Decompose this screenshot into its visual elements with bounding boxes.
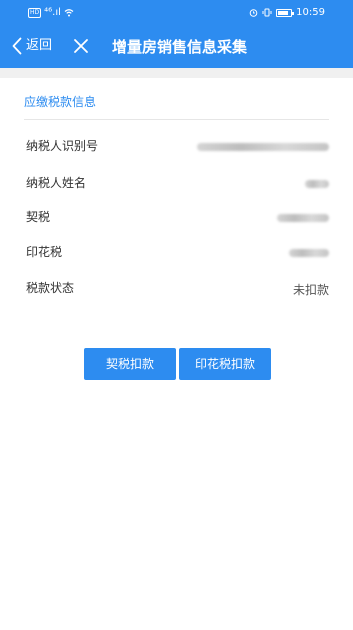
status-left: HD ⁴⁶.ıl [28,7,74,18]
section-divider [24,119,329,120]
page-title: 增量房销售信息采集 [112,38,248,56]
nav-bar: 返回 增量房销售信息采集 [0,26,353,68]
status-bar: HD ⁴⁶.ıl 10:59 [0,0,353,26]
hd-badge: HD [28,7,42,18]
tax-status-label: 税款状态 [26,281,75,295]
stamp-tax-value [289,243,329,261]
taxpayer-id-value [197,137,329,155]
chevron-left-icon [12,37,22,55]
tax-status-value: 未扣款 [292,283,329,297]
vibrate-icon [262,8,272,17]
taxpayer-id-redacted [197,142,329,151]
battery-icon [276,8,295,17]
section-title: 应缴税款信息 [24,95,97,109]
taxpayer-id-label: 纳税人识别号 [26,139,99,153]
close-icon[interactable] [72,37,90,55]
signal-icon: ⁴⁶.ıl [44,7,61,18]
deed-tax-value [277,208,329,226]
app-header: HD ⁴⁶.ıl 10:59 返回 增量房销售信息采集 [0,0,353,68]
taxpayer-name-value [305,174,329,192]
stamp-tax-deduct-button[interactable]: 印花税扣款 [179,348,271,380]
stamp-tax-label: 印花税 [26,245,63,259]
alarm-icon [249,9,258,17]
back-button[interactable]: 返回 [12,35,52,57]
status-time: 10:59 [296,7,325,18]
status-right: 10:59 [249,7,325,18]
header-separator [0,68,353,78]
deed-tax-redacted [277,213,329,222]
deed-tax-deduct-button[interactable]: 契税扣款 [84,348,176,380]
deed-tax-label: 契税 [26,210,51,224]
wifi-icon [64,9,74,17]
taxpayer-name-redacted [305,179,329,188]
back-label: 返回 [26,38,53,53]
stamp-tax-redacted [289,248,329,257]
taxpayer-name-label: 纳税人姓名 [26,176,87,190]
